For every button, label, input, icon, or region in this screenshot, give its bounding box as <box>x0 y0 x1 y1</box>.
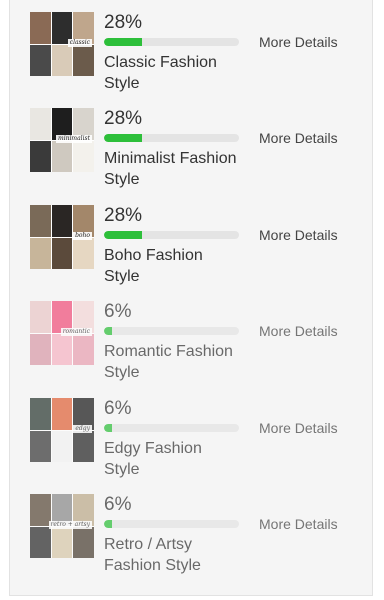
thumbnail-tile <box>73 140 94 172</box>
style-result-row: boho 28% Boho Fashion Style More Details <box>30 205 370 295</box>
thumbnail-caption: edgy <box>73 425 92 433</box>
thumbnail-caption: retro + artsy <box>48 521 92 529</box>
more-details-link[interactable]: More Details <box>259 516 338 532</box>
style-name: Edgy Fashion Style <box>104 440 202 478</box>
thumbnail-tile <box>51 44 73 76</box>
style-thumbnail: romantic <box>30 301 94 365</box>
match-progress-bar <box>104 231 239 239</box>
thumbnail-tile <box>73 526 94 558</box>
match-progress-bar <box>104 424 239 432</box>
thumbnail-tile <box>51 430 73 462</box>
thumbnail-caption: romantic <box>60 328 92 336</box>
thumbnail-tile <box>30 237 51 269</box>
thumbnail-tile <box>30 333 51 365</box>
match-progress-bar <box>104 38 239 46</box>
style-name: Classic Fashion Style <box>104 54 217 92</box>
match-progress-fill <box>104 134 142 142</box>
style-thumbnail: boho <box>30 205 94 269</box>
style-name: Boho Fashion Style <box>104 247 203 285</box>
thumbnail-tile <box>30 108 51 140</box>
match-percent: 6% <box>104 494 132 515</box>
more-details-link[interactable]: More Details <box>259 227 338 243</box>
match-progress-fill <box>104 520 113 528</box>
style-result-row: classic 28% Classic Fashion Style More D… <box>30 12 370 102</box>
thumbnail-caption: classic <box>67 39 92 47</box>
thumbnail-tile <box>30 301 51 333</box>
style-result-row: romantic 6% Romantic Fashion Style More … <box>30 301 370 391</box>
style-name: Retro / Artsy Fashion Style <box>104 536 201 574</box>
style-thumbnail: edgy <box>30 398 94 462</box>
style-thumbnail: retro + artsy <box>30 494 94 558</box>
thumbnail-tile <box>73 44 94 76</box>
style-thumbnail: classic <box>30 12 94 76</box>
style-result-row: retro + artsy 6% Retro / Artsy Fashion S… <box>30 494 370 584</box>
match-percent: 28% <box>104 205 143 226</box>
more-details-link[interactable]: More Details <box>259 130 338 146</box>
match-progress-bar <box>104 134 239 142</box>
thumbnail-tile <box>30 12 51 44</box>
match-percent: 6% <box>104 398 132 419</box>
match-percent: 28% <box>104 12 143 33</box>
thumbnail-tile <box>51 398 73 430</box>
match-percent: 6% <box>104 301 132 322</box>
thumbnail-tile <box>30 430 51 462</box>
thumbnail-tile <box>51 333 73 365</box>
more-details-link[interactable]: More Details <box>259 34 338 50</box>
thumbnail-tile <box>51 237 73 269</box>
style-results-panel: classic 28% Classic Fashion Style More D… <box>9 0 373 596</box>
match-percent: 28% <box>104 108 143 129</box>
thumbnail-tile <box>30 140 51 172</box>
style-name: Romantic Fashion Style <box>104 343 233 381</box>
more-details-link[interactable]: More Details <box>259 420 338 436</box>
style-result-row: minimalist 28% Minimalist Fashion Style … <box>30 108 370 198</box>
match-progress-fill <box>104 424 113 432</box>
thumbnail-caption: boho <box>73 232 92 240</box>
thumbnail-tile <box>30 526 51 558</box>
more-details-link[interactable]: More Details <box>259 323 338 339</box>
match-progress-fill <box>104 38 142 46</box>
thumbnail-tile <box>73 333 94 365</box>
thumbnail-tile <box>73 430 94 462</box>
thumbnail-tile <box>30 205 51 237</box>
style-thumbnail: minimalist <box>30 108 94 172</box>
thumbnail-tile <box>51 140 73 172</box>
match-progress-fill <box>104 231 142 239</box>
thumbnail-tile <box>30 44 51 76</box>
thumbnail-tile <box>51 526 73 558</box>
thumbnail-caption: minimalist <box>56 135 92 143</box>
match-progress-bar <box>104 327 239 335</box>
thumbnail-tile <box>30 398 51 430</box>
style-result-row: edgy 6% Edgy Fashion Style More Details <box>30 398 370 488</box>
style-name: Minimalist Fashion Style <box>104 150 237 188</box>
match-progress-fill <box>104 327 113 335</box>
match-progress-bar <box>104 520 239 528</box>
thumbnail-tile <box>51 205 73 237</box>
thumbnail-tile <box>73 237 94 269</box>
